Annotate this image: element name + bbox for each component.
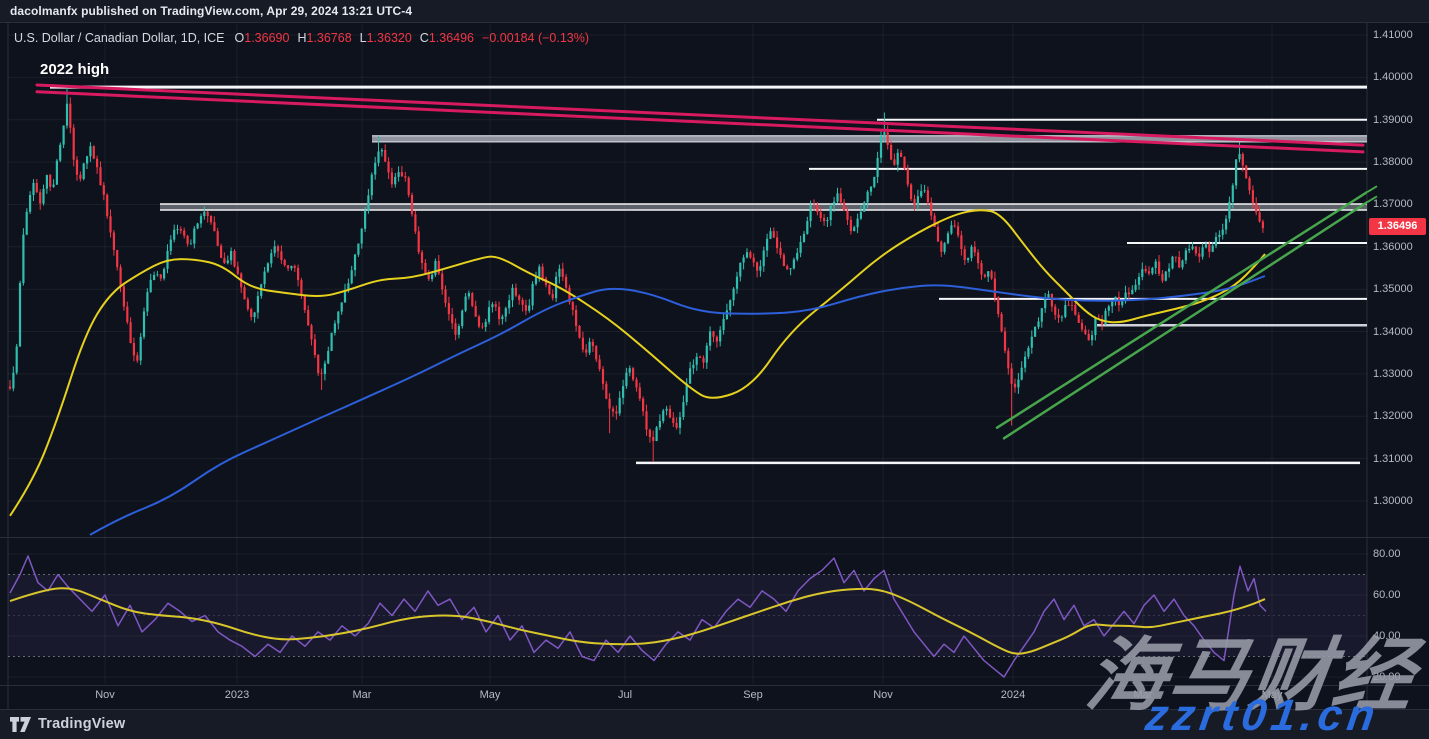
trendline[interactable]: [997, 192, 1367, 428]
time-tick-label: 2023: [225, 688, 249, 702]
annotation-2022-high: 2022 high: [40, 61, 109, 78]
ma-yellow-line[interactable]: [10, 210, 1265, 516]
tradingview-logo-icon[interactable]: [10, 717, 31, 732]
time-tick-label: Nov: [873, 688, 893, 702]
price-tick-label: 1.39000: [1373, 113, 1413, 127]
symbol-title: U.S. Dollar / Canadian Dollar, 1D, ICE: [14, 31, 225, 45]
watermark-site: zzrt01.cn: [1142, 691, 1382, 739]
ohlc-item: C1.36496: [420, 31, 474, 45]
price-tick-label: 1.33000: [1373, 367, 1413, 381]
tradingview-published-chart: dacolmanfx published on TradingView.com,…: [0, 0, 1429, 739]
time-tick-label: Jul: [618, 688, 632, 702]
tradingview-logo-text[interactable]: TradingView: [38, 716, 125, 732]
rsi-tick-label: 80.00: [1373, 547, 1401, 561]
publish-bar: dacolmanfx published on TradingView.com,…: [0, 0, 1429, 22]
price-tick-label: 1.40000: [1373, 70, 1413, 84]
symbol-legend[interactable]: U.S. Dollar / Canadian Dollar, 1D, ICE O1…: [14, 31, 589, 45]
candlestick-series[interactable]: [9, 87, 1264, 462]
ohlc-item: H1.36768: [297, 31, 351, 45]
price-tick-label: 1.30000: [1373, 494, 1413, 508]
chart-canvas[interactable]: [0, 23, 1429, 709]
trendline-axis-stub: [1367, 186, 1377, 192]
change-value: −0.00184 (−0.13%): [482, 31, 589, 45]
trendline[interactable]: [37, 92, 1363, 152]
price-tick-label: 1.34000: [1373, 325, 1413, 339]
ohlc-item: O1.36690: [235, 31, 290, 45]
time-tick-label: Sep: [743, 688, 763, 702]
price-tick-label: 1.31000: [1373, 452, 1413, 466]
price-tick-label: 1.41000: [1373, 28, 1413, 42]
price-tick-label: 1.37000: [1373, 197, 1413, 211]
ma-blue-line[interactable]: [90, 276, 1265, 535]
publish-text: dacolmanfx published on TradingView.com,…: [0, 4, 412, 18]
time-tick-label: Nov: [95, 688, 115, 702]
rsi-tick-label: 60.00: [1373, 588, 1401, 602]
chart-frame: U.S. Dollar / Canadian Dollar, 1D, ICE O1…: [0, 22, 1429, 710]
last-price-badge: 1.36496: [1369, 218, 1426, 235]
price-tick-label: 1.38000: [1373, 155, 1413, 169]
price-tick-label: 1.32000: [1373, 409, 1413, 423]
time-tick-label: May: [480, 688, 501, 702]
time-tick-label: Mar: [353, 688, 372, 702]
horizontal-band[interactable]: [160, 204, 1367, 210]
ohlc-item: L1.36320: [360, 31, 412, 45]
price-tick-label: 1.35000: [1373, 282, 1413, 296]
price-tick-label: 1.36000: [1373, 240, 1413, 254]
time-tick-label: 2024: [1001, 688, 1025, 702]
ohlc-values: O1.36690 H1.36768 L1.36320 C1.36496: [235, 31, 483, 45]
